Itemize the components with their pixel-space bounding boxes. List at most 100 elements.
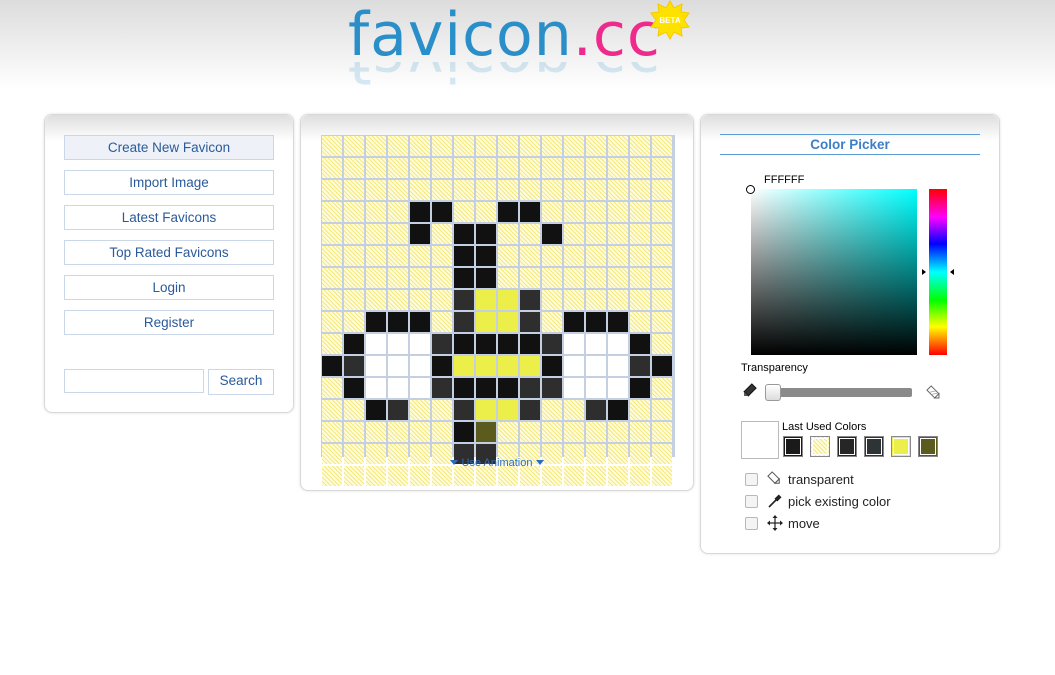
pick-existing-color-checkbox[interactable] <box>745 494 758 508</box>
pixel-cell[interactable] <box>432 246 452 266</box>
pixel-cell[interactable] <box>432 268 452 288</box>
pixel-cell[interactable] <box>652 466 672 486</box>
pixel-cell[interactable] <box>520 136 540 156</box>
pixel-cell[interactable] <box>322 158 342 178</box>
pixel-cell[interactable] <box>476 356 496 376</box>
pixel-cell[interactable] <box>608 246 628 266</box>
pixel-cell[interactable] <box>542 356 562 376</box>
pixel-cell[interactable] <box>498 356 518 376</box>
pixel-cell[interactable] <box>476 268 496 288</box>
pixel-cell[interactable] <box>344 312 364 332</box>
site-logo[interactable]: favicon.cc favicon.cc BETA <box>348 0 693 100</box>
pixel-cell[interactable] <box>608 356 628 376</box>
pixel-cell[interactable] <box>520 466 540 486</box>
pixel-cell[interactable] <box>608 202 628 222</box>
search-button[interactable]: Search <box>208 369 274 395</box>
pixel-cell[interactable] <box>432 158 452 178</box>
pixel-cell[interactable] <box>366 224 386 244</box>
pixel-cell[interactable] <box>652 202 672 222</box>
pixel-cell[interactable] <box>476 246 496 266</box>
pixel-cell[interactable] <box>388 224 408 244</box>
transparency-thumb[interactable] <box>765 384 781 401</box>
pixel-cell[interactable] <box>542 466 562 486</box>
pixel-cell[interactable] <box>454 356 474 376</box>
pixel-cell[interactable] <box>366 400 386 420</box>
pixel-cell[interactable] <box>454 268 474 288</box>
pixel-cell[interactable] <box>410 290 430 310</box>
pixel-cell[interactable] <box>322 312 342 332</box>
pixel-cell[interactable] <box>498 268 518 288</box>
pixel-cell[interactable] <box>454 334 474 354</box>
pixel-cell[interactable] <box>564 290 584 310</box>
pixel-cell[interactable] <box>432 356 452 376</box>
pixel-cell[interactable] <box>564 158 584 178</box>
pixel-cell[interactable] <box>322 290 342 310</box>
pixel-cell[interactable] <box>652 136 672 156</box>
pixel-cell[interactable] <box>344 290 364 310</box>
pixel-cell[interactable] <box>454 422 474 442</box>
pixel-cell[interactable] <box>476 158 496 178</box>
pixel-cell[interactable] <box>564 224 584 244</box>
pixel-cell[interactable] <box>564 136 584 156</box>
pixel-cell[interactable] <box>542 312 562 332</box>
pixel-cell[interactable] <box>344 246 364 266</box>
pixel-cell[interactable] <box>410 268 430 288</box>
pixel-cell[interactable] <box>366 246 386 266</box>
pixel-cell[interactable] <box>432 224 452 244</box>
transparency-track[interactable] <box>767 388 912 397</box>
last-used-color-swatch[interactable] <box>837 436 857 457</box>
pixel-cell[interactable] <box>322 466 342 486</box>
pixel-cell[interactable] <box>454 400 474 420</box>
pixel-cell[interactable] <box>520 180 540 200</box>
pixel-cell[interactable] <box>652 158 672 178</box>
pixel-cell[interactable] <box>476 290 496 310</box>
pixel-cell[interactable] <box>410 466 430 486</box>
pixel-cell[interactable] <box>498 158 518 178</box>
pixel-cell[interactable] <box>630 202 650 222</box>
pixel-cell[interactable] <box>454 202 474 222</box>
pixel-cell[interactable] <box>476 202 496 222</box>
pixel-cell[interactable] <box>520 378 540 398</box>
pixel-cell[interactable] <box>388 246 408 266</box>
hue-arrow-right-icon[interactable] <box>950 269 954 275</box>
pixel-cell[interactable] <box>652 180 672 200</box>
pixel-cell[interactable] <box>344 466 364 486</box>
pixel-cell[interactable] <box>432 422 452 442</box>
pixel-cell[interactable] <box>344 400 364 420</box>
pixel-cell[interactable] <box>586 312 606 332</box>
pixel-cell[interactable] <box>630 356 650 376</box>
pixel-cell[interactable] <box>322 356 342 376</box>
pixel-cell[interactable] <box>520 202 540 222</box>
register-button[interactable]: Register <box>64 310 274 335</box>
pixel-cell[interactable] <box>366 202 386 222</box>
pixel-cell[interactable] <box>542 246 562 266</box>
pixel-cell[interactable] <box>322 268 342 288</box>
pixel-cell[interactable] <box>410 334 430 354</box>
pixel-cell[interactable] <box>586 334 606 354</box>
move-checkbox[interactable] <box>745 516 758 530</box>
pixel-cell[interactable] <box>322 180 342 200</box>
pixel-cell[interactable] <box>542 202 562 222</box>
pixel-cell[interactable] <box>366 334 386 354</box>
pixel-cell[interactable] <box>322 136 342 156</box>
pixel-cell[interactable] <box>410 158 430 178</box>
pixel-cell[interactable] <box>410 400 430 420</box>
pixel-cell[interactable] <box>652 268 672 288</box>
pixel-cell[interactable] <box>542 422 562 442</box>
pixel-cell[interactable] <box>630 158 650 178</box>
pixel-cell[interactable] <box>498 290 518 310</box>
pixel-cell[interactable] <box>520 356 540 376</box>
last-used-color-swatch[interactable] <box>918 436 938 457</box>
pixel-cell[interactable] <box>608 180 628 200</box>
pixel-cell[interactable] <box>454 466 474 486</box>
last-used-color-swatch[interactable] <box>891 436 911 457</box>
pixel-cell[interactable] <box>586 422 606 442</box>
pixel-cell[interactable] <box>520 312 540 332</box>
pixel-cell[interactable] <box>586 180 606 200</box>
pixel-cell[interactable] <box>586 268 606 288</box>
pixel-cell[interactable] <box>388 422 408 442</box>
pixel-cell[interactable] <box>630 400 650 420</box>
pixel-cell[interactable] <box>520 268 540 288</box>
pixel-cell[interactable] <box>322 378 342 398</box>
pixel-cell[interactable] <box>630 466 650 486</box>
